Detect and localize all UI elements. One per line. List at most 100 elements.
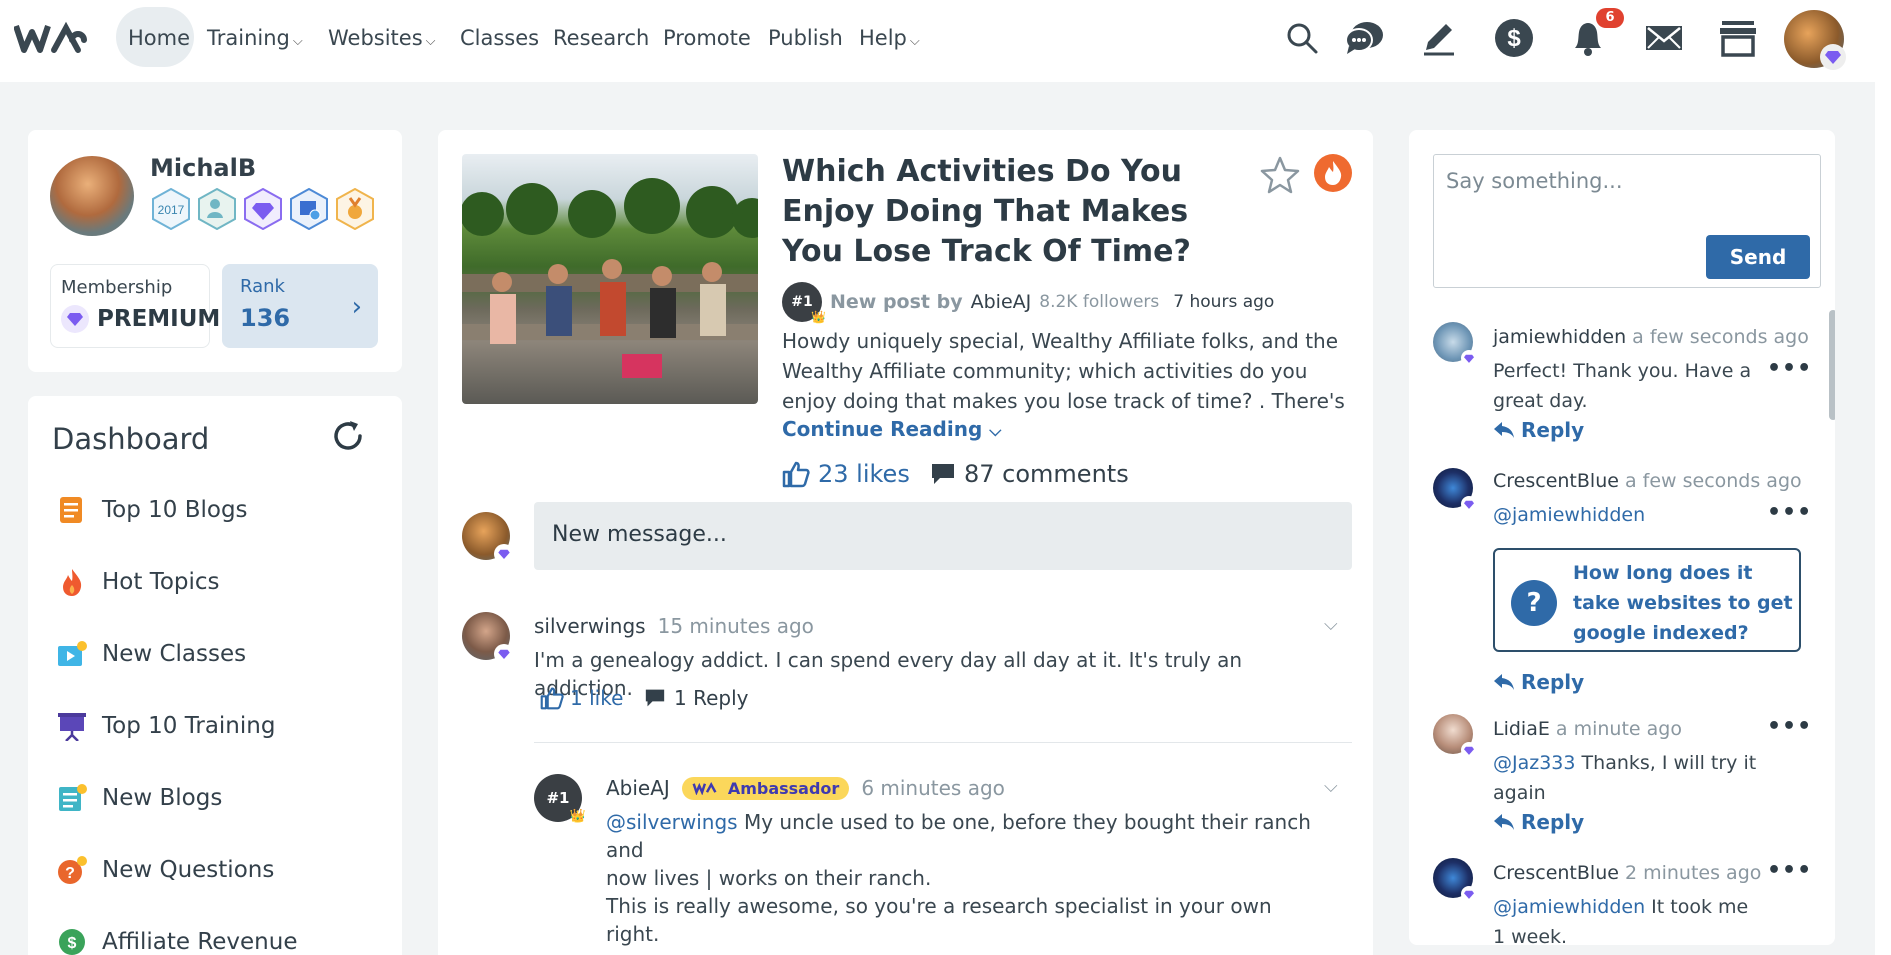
comment-menu-chevron-icon[interactable]: ⌵ — [1324, 614, 1338, 635]
dashboard-item-new-questions[interactable]: ? New Questions — [56, 850, 274, 890]
chat-mention[interactable]: @Jaz333 — [1493, 752, 1576, 774]
author-avatar[interactable]: #1 👑 — [782, 282, 826, 324]
nav-home[interactable]: Home — [128, 20, 190, 56]
commenter-avatar[interactable] — [462, 612, 514, 664]
svg-text:$: $ — [68, 935, 77, 952]
chat-avatar[interactable] — [1433, 714, 1477, 758]
page-scrollbar[interactable] — [1875, 0, 1891, 955]
commenter-name[interactable]: silverwings — [534, 614, 646, 638]
dashboard-item-label: Top 10 Training — [102, 713, 276, 739]
chevron-down-icon: ⌵ — [292, 34, 303, 49]
chat-text: @Jaz333 Thanks, I will try it again — [1493, 748, 1763, 808]
membership-label: Membership — [61, 277, 173, 298]
chat-mention[interactable]: @jamiewhidden — [1493, 896, 1645, 918]
reply-text: @silverwings My uncle used to be one, be… — [606, 808, 1326, 892]
notification-count-badge: 6 — [1596, 8, 1624, 28]
nav-home-label: Home — [128, 26, 191, 50]
post-comments[interactable]: 87 comments — [930, 460, 1129, 488]
dashboard-item-label: New Questions — [102, 857, 275, 883]
chat-avatar[interactable] — [1433, 858, 1477, 902]
reply-text-line2: now lives | works on their ranch. — [606, 866, 932, 890]
chat-time: a minute ago — [1555, 718, 1682, 740]
reply-mention[interactable]: @silverwings — [606, 810, 738, 834]
dashboard-item-hot-topics[interactable]: Hot Topics — [56, 562, 220, 602]
nav-help-label: Help — [859, 26, 907, 50]
post-likes[interactable]: 23 likes — [782, 460, 910, 488]
reply-author-avatar[interactable]: #1 👑 — [534, 774, 586, 824]
say-something-input[interactable]: Say something... Send — [1433, 154, 1821, 288]
nav-publish[interactable]: Publish — [768, 20, 843, 56]
question-link-icon: ? — [1511, 580, 1557, 626]
search-icon[interactable] — [1280, 16, 1324, 60]
chat-bubbles-icon[interactable] — [1342, 16, 1386, 60]
more-options-icon[interactable]: ••• — [1767, 356, 1812, 381]
profile-name[interactable]: MichalB — [150, 154, 256, 182]
nav-training[interactable]: Training ⌵ — [207, 20, 303, 56]
chevron-right-icon: › — [351, 292, 362, 322]
new-message-input[interactable]: New message... — [534, 502, 1352, 570]
nav-classes[interactable]: Classes — [460, 20, 539, 56]
top-navigation: Home Training ⌵ Websites ⌵ Classes Researc… — [0, 0, 1891, 82]
rank-box[interactable]: Rank 136 › — [222, 264, 378, 348]
comment-like-button[interactable]: 1 like — [540, 686, 623, 710]
chat-avatar[interactable] — [1433, 468, 1477, 512]
nav-websites[interactable]: Websites ⌵ — [328, 20, 436, 56]
chat-avatar[interactable] — [1433, 322, 1477, 366]
mail-icon[interactable] — [1642, 16, 1686, 60]
nav-promote-label: Promote — [663, 26, 751, 50]
chat-author[interactable]: jamiewhidden — [1493, 326, 1626, 348]
dollar-icon[interactable]: $ — [1492, 16, 1536, 60]
reply-author-name[interactable]: AbieAJ — [606, 776, 670, 800]
profile-avatar[interactable] — [50, 156, 134, 236]
archive-icon[interactable] — [1716, 16, 1760, 60]
comment-header: silverwings 15 minutes ago — [534, 614, 814, 638]
more-options-icon[interactable]: ••• — [1767, 858, 1812, 883]
nav-training-label: Training — [207, 26, 290, 50]
dashboard-item-top-blogs[interactable]: Top 10 Blogs — [56, 490, 248, 530]
premium-gem-icon — [1461, 742, 1477, 758]
say-something-placeholder: Say something... — [1446, 169, 1623, 193]
more-options-icon[interactable]: ••• — [1767, 500, 1812, 525]
continue-reading-link[interactable]: Continue Reading ⌵ — [782, 417, 1001, 441]
reply-menu-chevron-icon[interactable]: ⌵ — [1324, 776, 1338, 797]
star-icon[interactable] — [1260, 156, 1300, 198]
dashboard-title: Dashboard — [52, 422, 210, 456]
dashboard-item-new-blogs[interactable]: New Blogs — [56, 778, 222, 818]
chat-author[interactable]: CrescentBlue — [1493, 470, 1619, 492]
comment-replies-button[interactable]: 1 Reply — [644, 686, 748, 710]
reply-time: 6 minutes ago — [861, 776, 1005, 800]
premium-badge-icon — [244, 188, 282, 230]
dashboard-item-affiliate-revenue[interactable]: $ Affiliate Revenue — [56, 922, 298, 955]
chat-scrollbar[interactable] — [1829, 310, 1835, 420]
chat-author[interactable]: CrescentBlue — [1493, 862, 1619, 884]
chat-reply-button[interactable]: Reply — [1493, 810, 1584, 834]
nav-research[interactable]: Research — [553, 20, 649, 56]
hot-fire-icon — [1314, 154, 1352, 192]
chat-panel: Say something... Send jamiewhidden a few… — [1409, 130, 1835, 945]
post-title[interactable]: Which Activities Do You Enjoy Doing That… — [782, 152, 1252, 272]
question-icon: ? — [56, 854, 88, 886]
post-meta-prefix: New post by — [830, 291, 963, 313]
chat-reply-label: Reply — [1521, 670, 1585, 694]
chat-time: a few seconds ago — [1632, 326, 1809, 348]
question-link-card[interactable]: ? How long does it take websites to get … — [1493, 548, 1801, 652]
post-image[interactable] — [462, 154, 758, 404]
nav-help[interactable]: Help ⌵ — [859, 20, 920, 56]
more-options-icon[interactable]: ••• — [1767, 714, 1812, 739]
chat-message-header: CrescentBlue 2 minutes ago — [1493, 862, 1761, 884]
certified-badge-icon — [290, 188, 328, 230]
pencil-icon[interactable] — [1416, 16, 1460, 60]
post-author[interactable]: AbieAJ — [971, 291, 1032, 313]
user-avatar[interactable] — [1784, 10, 1846, 70]
revenue-dollar-icon: $ — [56, 926, 88, 955]
refresh-icon[interactable] — [330, 418, 366, 458]
chat-reply-button[interactable]: Reply — [1493, 670, 1584, 694]
wa-logo[interactable] — [13, 18, 94, 58]
chat-mention[interactable]: @jamiewhidden — [1493, 500, 1763, 530]
dashboard-item-top-training[interactable]: Top 10 Training — [56, 706, 275, 746]
dashboard-item-new-classes[interactable]: New Classes — [56, 634, 246, 674]
chat-author[interactable]: LidiaE — [1493, 718, 1550, 740]
chat-reply-button[interactable]: Reply — [1493, 418, 1584, 442]
send-button[interactable]: Send — [1706, 235, 1810, 279]
nav-promote[interactable]: Promote — [663, 20, 751, 56]
